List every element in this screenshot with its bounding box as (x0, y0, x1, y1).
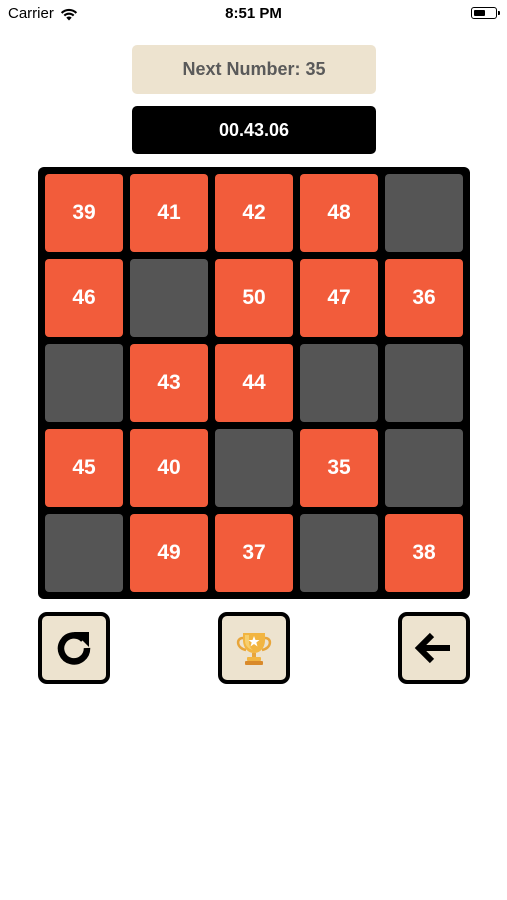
elapsed-timer: 00.43.06 (132, 106, 376, 154)
number-tile[interactable]: 44 (215, 344, 293, 422)
battery-level (473, 9, 485, 16)
next-number-banner: Next Number: 35 (132, 45, 376, 94)
empty-tile[interactable] (215, 429, 293, 507)
game-board: 39 41 42 48 46 50 47 36 43 44 45 40 35 49 37 38 (38, 167, 470, 599)
number-tile[interactable]: 38 (385, 514, 463, 592)
empty-tile[interactable] (45, 344, 123, 422)
restart-button[interactable] (38, 612, 110, 684)
empty-tile[interactable] (45, 514, 123, 592)
number-tile[interactable]: 45 (45, 429, 123, 507)
back-arrow-icon (414, 632, 450, 664)
empty-tile[interactable] (385, 174, 463, 252)
number-tile[interactable]: 37 (215, 514, 293, 592)
number-tile[interactable]: 42 (215, 174, 293, 252)
number-tile[interactable]: 50 (215, 259, 293, 337)
number-tile[interactable]: 43 (130, 344, 208, 422)
number-tile[interactable]: 40 (130, 429, 208, 507)
leaderboard-button[interactable] (218, 612, 290, 684)
number-tile[interactable]: 47 (300, 259, 378, 337)
empty-tile[interactable] (130, 259, 208, 337)
empty-tile[interactable] (300, 344, 378, 422)
number-tile[interactable]: 46 (45, 259, 123, 337)
status-time: 8:51 PM (225, 5, 282, 22)
back-button[interactable] (398, 612, 470, 684)
empty-tile[interactable] (385, 429, 463, 507)
number-tile[interactable]: 48 (300, 174, 378, 252)
number-tile[interactable]: 39 (45, 174, 123, 252)
number-tile[interactable]: 41 (130, 174, 208, 252)
empty-tile[interactable] (385, 344, 463, 422)
status-bar: Carrier 8:51 PM (0, 0, 507, 28)
number-tile[interactable]: 36 (385, 259, 463, 337)
restart-icon (57, 632, 91, 665)
battery-icon (471, 7, 500, 19)
empty-tile[interactable] (300, 514, 378, 592)
trophy-icon (236, 633, 272, 665)
number-tile[interactable]: 35 (300, 429, 378, 507)
number-tile[interactable]: 49 (130, 514, 208, 592)
